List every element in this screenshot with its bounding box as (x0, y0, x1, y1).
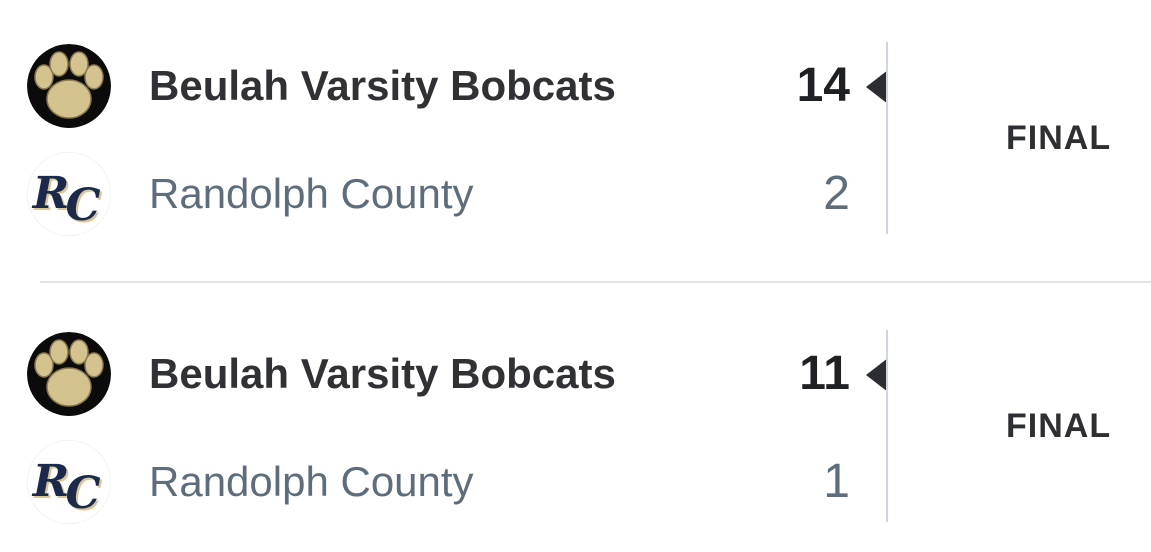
svg-text:C: C (65, 468, 100, 519)
paw-print-icon (27, 44, 111, 128)
game-status: FINAL (1006, 407, 1112, 445)
winner-arrow-icon (866, 70, 888, 104)
team-name: Beulah Varsity Bobcats (149, 350, 616, 397)
team-score: 1 (823, 455, 850, 508)
game-card[interactable]: Beulah Varsity Bobcats 14 R R C C Randol… (0, 38, 1151, 238)
svg-text:C: C (65, 180, 100, 231)
team-row-away: R R C C Randolph County 1 (0, 434, 880, 530)
rc-monogram-icon: R R C C (27, 440, 111, 524)
rc-monogram-icon: R R C C (27, 152, 111, 236)
column-divider (886, 330, 888, 522)
game-separator (40, 281, 1151, 283)
team-row-home: Beulah Varsity Bobcats 11 (0, 326, 888, 422)
team-row-away: R R C C Randolph County 2 (0, 146, 880, 242)
team-row-home: Beulah Varsity Bobcats 14 (0, 38, 888, 134)
game-status: FINAL (1006, 119, 1112, 157)
game-card[interactable]: Beulah Varsity Bobcats 11 R R C C Randol… (0, 326, 1151, 526)
paw-print-icon (27, 332, 111, 416)
team-name: Beulah Varsity Bobcats (149, 62, 616, 109)
team-score: 2 (823, 167, 850, 220)
team-score: 11 (799, 347, 850, 400)
team-score: 14 (796, 59, 850, 112)
team-name: Randolph County (149, 170, 474, 217)
winner-arrow-icon (866, 358, 888, 392)
svg-text:R: R (31, 456, 70, 507)
svg-text:R: R (31, 168, 70, 219)
team-name: Randolph County (149, 458, 474, 505)
column-divider (886, 42, 888, 234)
scoreboard-list: Beulah Varsity Bobcats 14 R R C C Randol… (0, 0, 1151, 552)
